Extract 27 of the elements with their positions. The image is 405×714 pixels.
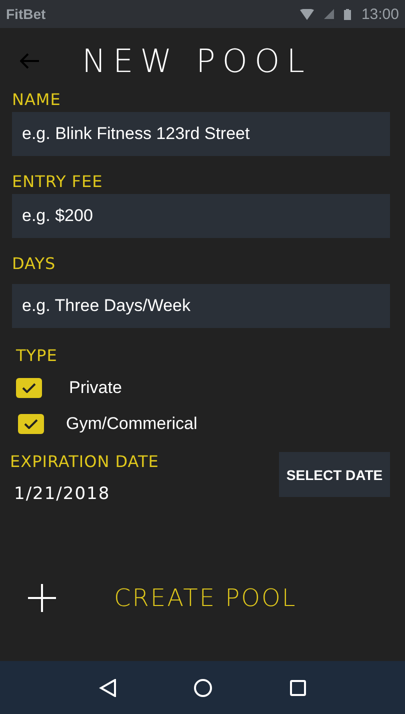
date-value: 1/21/2018 (14, 484, 110, 504)
screen-title: NEW POOL (82, 42, 312, 80)
section-label: TYPE (16, 346, 58, 366)
checkmark-icon (22, 383, 36, 393)
checkbox-label: Gym/Commerical (66, 414, 198, 434)
checkbox[interactable] (18, 414, 44, 434)
select-date-button[interactable]: SELECT DATE (279, 452, 390, 497)
field-label: NAME (12, 90, 62, 110)
field-label: EXPIRATION DATE (10, 452, 159, 472)
home-icon[interactable] (194, 678, 212, 696)
clock-time: 13:00 (361, 6, 399, 22)
create-pool-button[interactable]: CREATE POOL (114, 584, 297, 612)
signal-icon (324, 9, 334, 19)
input-field[interactable]: e.g. Blink Fitness 123rd Street (12, 112, 390, 156)
checkbox-label: Private (69, 378, 122, 398)
field-label: DAYS (12, 254, 57, 274)
field-label: ENTRY FEE (12, 172, 104, 192)
back-icon[interactable] (98, 678, 117, 696)
plus-icon[interactable] (28, 584, 56, 612)
wifi-icon (300, 8, 314, 20)
battery-icon (344, 8, 352, 20)
recents-icon[interactable] (290, 680, 306, 696)
checkbox[interactable] (16, 378, 42, 398)
checkmark-icon (24, 419, 38, 429)
input-field[interactable]: e.g. Three Days/Week (12, 284, 390, 328)
app-name: FitBet (6, 6, 46, 22)
input-field[interactable]: e.g. $200 (12, 194, 390, 238)
